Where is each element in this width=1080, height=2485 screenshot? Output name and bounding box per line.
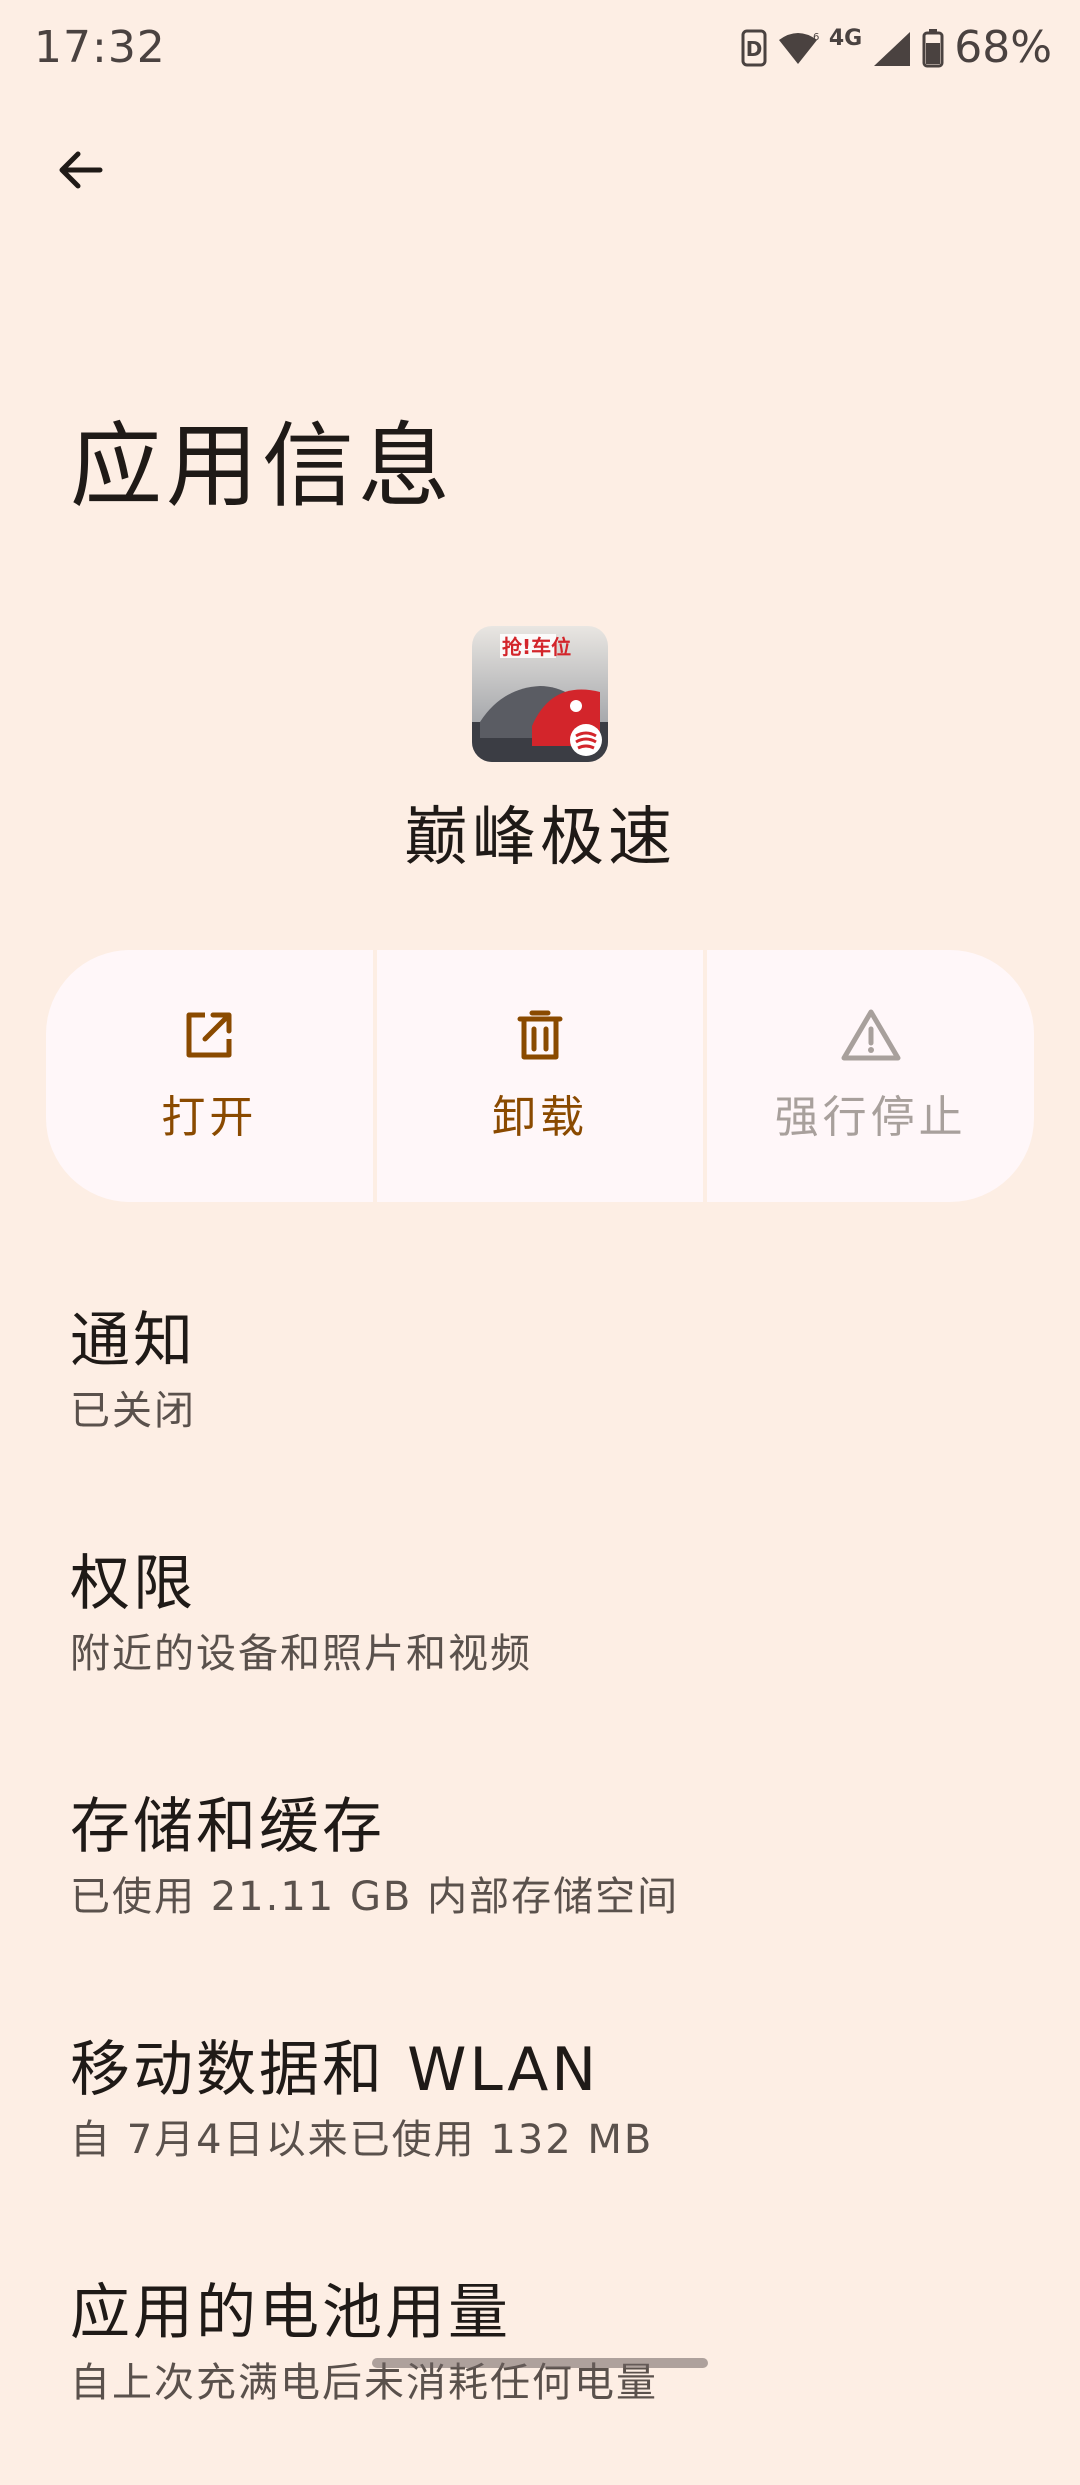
setting-summary: 已关闭 [70,1388,196,1434]
open-button-label: 打开 [161,1092,258,1143]
setting-notifications[interactable]: 通知 已关闭 [0,1270,1080,1513]
force-stop-button-label: 强行停止 [774,1092,967,1143]
setting-summary: 已使用 21.11 GB 内部存储空间 [70,1874,680,1920]
svg-text:D: D [746,37,763,61]
battery-percentage: 68% [954,22,1052,73]
setting-title: 权限 [70,1549,196,1619]
status-time: 17:32 [34,22,166,73]
setting-summary: 附近的设备和照片和视频 [70,1631,532,1677]
force-stop-button[interactable]: 强行停止 [707,950,1035,1202]
setting-title: 移动数据和 WLAN [70,2035,600,2105]
setting-title: 通知 [70,1306,196,1376]
trash-icon [517,1010,563,1060]
open-external-icon [186,1012,232,1058]
status-icons: D 6 4G 68% [741,22,1052,73]
uninstall-button[interactable]: 卸载 [376,950,704,1202]
open-button[interactable]: 打开 [46,950,373,1202]
arrow-left-icon [59,151,103,189]
warning-triangle-icon [841,1009,901,1061]
setting-permissions[interactable]: 权限 附近的设备和照片和视频 [0,1513,1080,1756]
wifi-icon: 6 [777,30,819,66]
setting-storage[interactable]: 存储和缓存 已使用 21.11 GB 内部存储空间 [0,1756,1080,1999]
uninstall-button-label: 卸载 [492,1092,588,1143]
app-icon: 抢!车位 [472,626,608,762]
cell-signal-icon [872,28,912,68]
back-button[interactable] [40,130,120,210]
page-title: 应用信息 [70,413,455,520]
network-type: 4G [828,26,863,51]
setting-mobile-data[interactable]: 移动数据和 WLAN 自 7月4日以来已使用 132 MB [0,1999,1080,2242]
svg-text:6: 6 [813,32,819,43]
battery-icon [922,28,944,68]
app-actions: 打开 卸载 强行停止 [46,950,1035,1202]
settings-list: 通知 已关闭 权限 附近的设备和照片和视频 存储和缓存 已使用 21.11 GB… [0,1270,1080,2485]
setting-summary: 自 7月4日以来已使用 132 MB [70,2117,654,2163]
hd-icon: D [741,28,767,68]
status-bar: 17:32 D 6 4G 68% [0,0,1080,100]
setting-title: 应用的电池用量 [70,2278,511,2348]
app-name: 巅峰极速 [404,801,676,875]
app-icon-text: 抢!车位 [502,635,571,659]
gesture-nav-bar[interactable] [372,2358,708,2368]
setting-title: 存储和缓存 [70,1792,385,1862]
